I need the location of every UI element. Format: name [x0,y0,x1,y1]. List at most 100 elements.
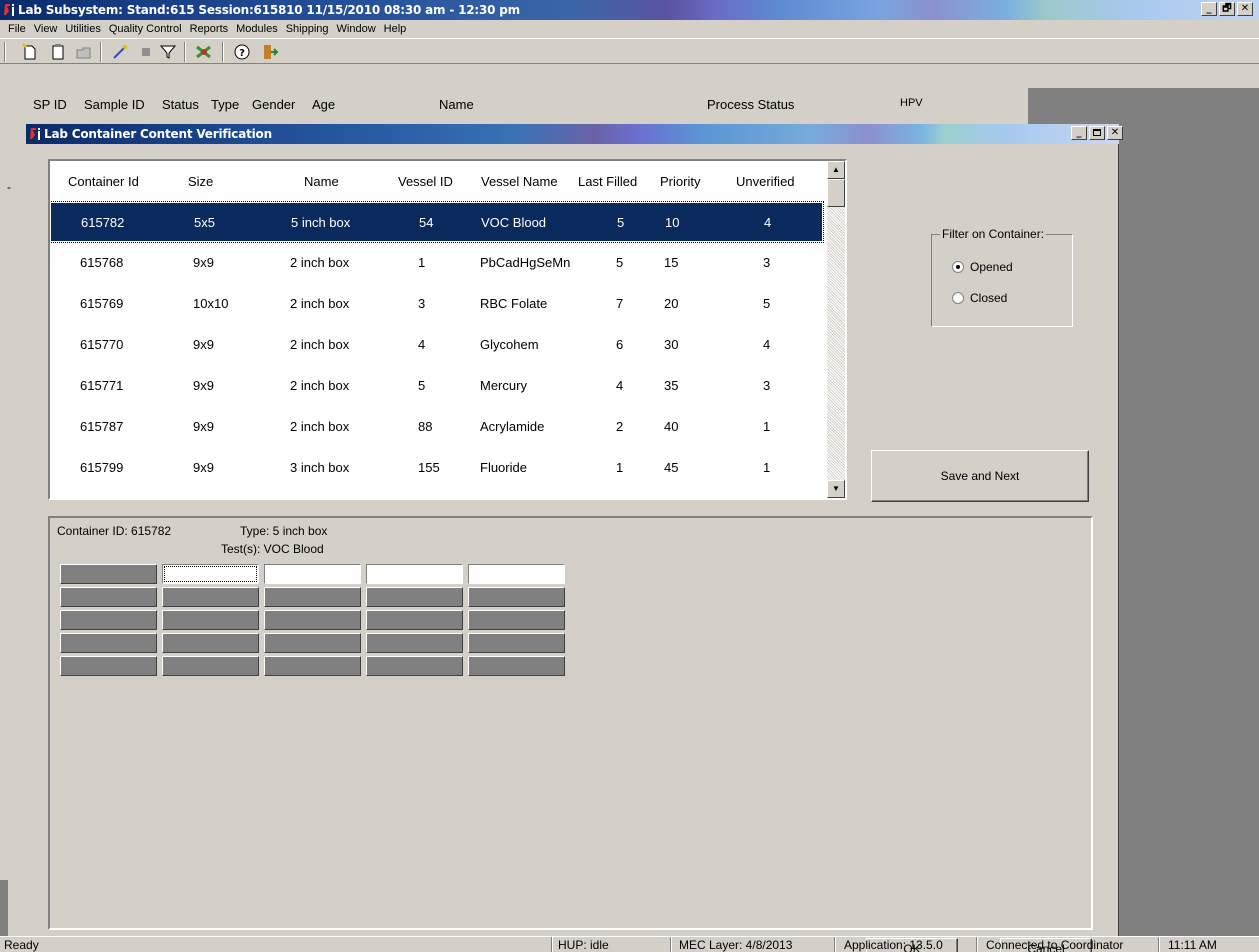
menu-modules[interactable]: Modules [232,23,282,35]
dialog-close-button[interactable]: ✕ [1107,126,1123,140]
container-cell[interactable] [60,656,157,676]
filter-legend: Filter on Container: [940,227,1047,241]
table-row[interactable]: 615771 9x9 2 inch box 5 Mercury 4 35 3 [50,366,823,406]
cell-unverified: 5 [763,296,771,311]
container-detail-panel: Container ID: 615782 Type: 5 inch box Te… [48,516,1093,930]
container-cell[interactable] [264,564,361,584]
cell-last-filled: 5 [616,255,624,270]
cell-unverified: 4 [764,215,772,230]
col-size[interactable]: Size [188,174,213,189]
table-row[interactable]: 615769 10x10 2 inch box 3 RBC Folate 7 20 5 [50,284,823,324]
grid-header: Container Id Size Name Vessel ID Vessel … [50,161,823,202]
clipboard-icon[interactable] [48,43,68,61]
help-icon[interactable]: ? [232,43,252,61]
dialog-minimize-button[interactable]: _ [1071,126,1087,140]
table-row[interactable]: 615770 9x9 2 inch box 4 Glycohem 6 30 4 [50,325,823,365]
menu-quality-control[interactable]: Quality Control [105,23,186,35]
container-cell[interactable] [162,564,259,584]
container-cell[interactable] [60,587,157,607]
table-row[interactable]: 615768 9x9 2 inch box 1 PbCadHgSeMn 5 15 3 [50,243,823,283]
status-mec-layer: MEC Layer: 4/8/2013 [679,938,793,952]
save-and-next-button[interactable]: Save and Next [871,450,1089,502]
cell-size: 9x9 [193,337,214,352]
container-cell[interactable] [264,610,361,630]
container-cell[interactable] [468,656,565,676]
stop-icon[interactable] [136,43,156,61]
app-title: Lab Subsystem: Stand:615 Session:615810 … [18,3,520,17]
container-cell[interactable] [366,564,463,584]
menu-utilities[interactable]: Utilities [61,23,104,35]
filter-group: Filter on Container: Opened Closed [931,227,1073,327]
cell-last-filled: 5 [617,215,625,230]
exit-icon[interactable] [260,43,280,61]
minimize-button[interactable]: _ [1201,2,1217,16]
container-cell[interactable] [60,610,157,630]
status-time: 11:11 AM [1168,938,1217,952]
container-cell[interactable] [264,587,361,607]
radio-closed[interactable] [952,292,964,304]
open-icon[interactable] [74,43,94,61]
container-cell[interactable] [162,610,259,630]
radio-opened-label: Opened [970,260,1013,274]
radio-opened[interactable] [952,261,964,273]
cell-name: 3 inch box [290,460,350,475]
container-cell[interactable] [366,656,463,676]
scroll-thumb[interactable] [827,179,845,207]
container-cell[interactable] [264,656,361,676]
cell-container-id: 615799 [80,460,124,475]
menu-file[interactable]: File [4,23,30,35]
dialog-icon [30,128,40,140]
col-priority[interactable]: Priority [660,174,700,189]
menu-bar: File View Utilities Quality Control Repo… [0,20,1259,38]
cell-priority: 40 [664,419,679,434]
col-vessel-id[interactable]: Vessel ID [398,174,453,189]
cell-vessel-id: 5 [418,378,426,393]
col-container-id[interactable]: Container Id [68,174,139,189]
cell-vessel-name: Acrylamide [480,419,545,434]
filter-closed-radio[interactable]: Closed [952,291,1007,305]
cell-vessel-id: 155 [418,460,440,475]
header-process-status: Process Status [707,97,795,112]
menu-view[interactable]: View [30,23,62,35]
container-cell[interactable] [162,587,259,607]
new-icon[interactable] [20,43,40,61]
col-last-filled[interactable]: Last Filled [578,174,637,189]
cell-priority: 30 [664,337,679,352]
restore-button[interactable]: 🗗 [1219,2,1235,16]
cell-container-id: 615787 [80,419,124,434]
col-vessel-name[interactable]: Vessel Name [481,174,558,189]
cell-last-filled: 1 [616,460,624,475]
close-button[interactable]: ✕ [1237,2,1253,16]
filter-opened-radio[interactable]: Opened [952,260,1013,274]
table-row[interactable]: 615782 5x5 5 inch box 54 VOC Blood 5 10 4 [50,201,824,243]
wand-icon[interactable] [110,43,130,61]
dialog-maximize-button[interactable] [1089,126,1105,140]
container-cell[interactable] [162,656,259,676]
app-icon [4,4,14,16]
scroll-up-button[interactable]: ▲ [827,161,845,179]
container-cell[interactable] [60,564,157,584]
grid-scrollbar[interactable]: ▲ ▼ [827,161,845,498]
col-unverified[interactable]: Unverified [736,174,795,189]
container-cell[interactable] [162,633,259,653]
container-cell[interactable] [264,633,361,653]
table-row[interactable]: 615787 9x9 2 inch box 88 Acrylamide 2 40 1 [50,407,823,447]
container-cell[interactable] [468,587,565,607]
menu-shipping[interactable]: Shipping [282,23,333,35]
container-cell[interactable] [366,633,463,653]
menu-reports[interactable]: Reports [186,23,233,35]
container-cell[interactable] [468,633,565,653]
container-cell[interactable] [60,633,157,653]
cell-last-filled: 2 [616,419,624,434]
shuffle-icon[interactable] [194,43,214,61]
table-row[interactable]: 615799 9x9 3 inch box 155 Fluoride 1 45 1 [50,448,823,488]
container-cell[interactable] [468,610,565,630]
menu-help[interactable]: Help [380,23,411,35]
menu-window[interactable]: Window [333,23,380,35]
container-cell[interactable] [366,610,463,630]
container-cell[interactable] [366,587,463,607]
scroll-down-button[interactable]: ▼ [827,480,845,498]
container-cell[interactable] [468,564,565,584]
col-name[interactable]: Name [304,174,339,189]
filter-icon[interactable] [158,43,178,61]
